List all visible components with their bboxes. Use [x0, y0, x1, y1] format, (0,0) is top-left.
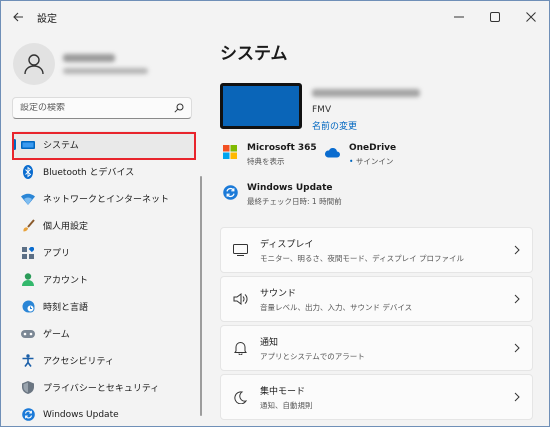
sidebar-item-windows-update[interactable]: Windows Update: [13, 401, 196, 426]
search-input[interactable]: [20, 103, 174, 113]
profile-text: [63, 54, 148, 74]
card-subtitle: 音量レベル、出力、入力、サウンド デバイス: [260, 302, 413, 312]
page-title: システム: [220, 44, 288, 64]
sidebar: システム Bluetooth とデバイス ネットワークとインターネット 個人用設…: [1, 33, 206, 426]
main-content: システム FMV 名前の変更 Microsoft 365 特典を表示 OneDr…: [206, 33, 549, 426]
sidebar-item-bluetooth[interactable]: Bluetooth とデバイス: [13, 158, 196, 185]
chevron-right-icon: [514, 343, 520, 353]
update-icon: [21, 408, 35, 422]
cloud-icon: [324, 144, 340, 160]
sidebar-item-privacy[interactable]: プライバシーとセキュリティ: [13, 374, 196, 401]
card-subtitle: 通知、自動規則: [260, 400, 313, 410]
sidebar-item-label: 個人用設定: [43, 222, 89, 232]
m365-title: Microsoft 365: [247, 143, 317, 153]
app-title: 設定: [37, 13, 57, 25]
device-name-blurred: [312, 89, 420, 97]
sidebar-item-network[interactable]: ネットワークとインターネット: [13, 185, 196, 212]
onedrive-subtitle-text: サインイン: [355, 157, 394, 166]
maximize-icon: [490, 12, 500, 22]
account-icon: [21, 273, 35, 287]
gamepad-icon: [21, 327, 35, 341]
card-title: 集中モード: [260, 386, 306, 397]
card-focus[interactable]: 集中モード 通知、自動規則: [220, 374, 533, 420]
user-profile[interactable]: [13, 43, 148, 85]
windows-update-title: Windows Update: [247, 183, 333, 193]
m365-subtitle: 特典を表示: [247, 157, 285, 166]
window-controls: [441, 1, 549, 33]
back-button[interactable]: [1, 1, 35, 33]
onedrive-subtitle: • サインイン: [349, 156, 396, 167]
sidebar-item-label: ゲーム: [43, 330, 70, 340]
sidebar-item-personalization[interactable]: 個人用設定: [13, 212, 196, 239]
arrow-left-icon: [12, 12, 23, 22]
sidebar-item-apps[interactable]: アプリ: [13, 239, 196, 266]
person-icon: [24, 54, 44, 75]
search-icon[interactable]: [174, 103, 184, 113]
chevron-right-icon: [514, 392, 520, 402]
minimize-icon: [454, 16, 464, 18]
close-button[interactable]: [513, 1, 549, 33]
close-icon: [526, 12, 536, 22]
card-subtitle: モニター、明るさ、夜間モード、ディスプレイ プロファイル: [260, 253, 464, 263]
sidebar-item-label: アクセシビリティ: [43, 357, 115, 367]
windows-update-tile[interactable]: Windows Update 最終チェック日時: 1 時間前: [222, 183, 342, 207]
shield-icon: [21, 381, 35, 395]
display-icon: [232, 242, 248, 258]
maximize-button[interactable]: [477, 1, 513, 33]
sidebar-item-label: プライバシーとセキュリティ: [43, 384, 160, 394]
card-notifications[interactable]: 通知 アプリとシステムでのアラート: [220, 325, 533, 371]
chevron-right-icon: [514, 245, 520, 255]
sidebar-nav: システム Bluetooth とデバイス ネットワークとインターネット 個人用設…: [1, 131, 206, 426]
sidebar-item-label: 時刻と言語: [43, 303, 89, 313]
windows-update-subtitle: 最終チェック日時: 1 時間前: [247, 197, 342, 206]
sidebar-item-label: アプリ: [43, 249, 71, 259]
microsoft-365-tile[interactable]: Microsoft 365 特典を表示: [222, 143, 317, 167]
card-title: サウンド: [260, 288, 297, 299]
rename-link[interactable]: 名前の変更: [312, 119, 357, 132]
card-title: 通知: [260, 337, 279, 348]
status-dot: •: [349, 157, 354, 166]
sidebar-item-label: Windows Update: [43, 409, 119, 420]
card-sound[interactable]: サウンド 音量レベル、出力、入力、サウンド デバイス: [220, 276, 533, 322]
sidebar-item-label: Bluetooth とデバイス: [43, 168, 135, 178]
apps-icon: [21, 246, 35, 260]
chevron-right-icon: [514, 294, 520, 304]
sidebar-item-gaming[interactable]: ゲーム: [13, 320, 196, 347]
selection-highlight-box: [12, 132, 196, 160]
card-display[interactable]: ディスプレイ モニター、明るさ、夜間モード、ディスプレイ プロファイル: [220, 227, 533, 273]
speaker-icon: [232, 291, 248, 307]
device-image: [220, 83, 302, 129]
accessibility-icon: [21, 354, 35, 368]
minimize-button[interactable]: [441, 1, 477, 33]
sidebar-item-accounts[interactable]: アカウント: [13, 266, 196, 293]
globe-clock-icon: [21, 300, 35, 314]
windows-update-icon: [222, 184, 238, 200]
card-subtitle: アプリとシステムでのアラート: [260, 351, 365, 361]
sidebar-item-label: ネットワークとインターネット: [43, 195, 170, 205]
user-email-blurred: [63, 68, 148, 74]
settings-window: 設定 設定の検索 システム Bluetooth とデバイス ネットワークとインタ…: [0, 0, 550, 427]
avatar: [13, 43, 55, 85]
sidebar-item-accessibility[interactable]: アクセシビリティ: [13, 347, 196, 374]
onedrive-title: OneDrive: [349, 143, 397, 153]
sidebar-scrollbar[interactable]: [200, 176, 202, 416]
moon-icon: [232, 389, 248, 405]
wifi-icon: [21, 192, 35, 206]
sidebar-item-label: アカウント: [43, 276, 89, 286]
device-model: FMV: [312, 105, 332, 115]
microsoft-logo-icon: [222, 144, 238, 160]
title-bar: 設定: [1, 1, 549, 33]
user-name-blurred: [63, 54, 115, 62]
search-box[interactable]: [12, 97, 192, 119]
brush-icon: [21, 219, 35, 233]
onedrive-tile[interactable]: OneDrive • サインイン: [324, 143, 396, 167]
bell-icon: [232, 340, 248, 356]
card-title: ディスプレイ: [260, 239, 314, 250]
bluetooth-icon: [21, 164, 35, 179]
sidebar-item-time-language[interactable]: 時刻と言語: [13, 293, 196, 320]
